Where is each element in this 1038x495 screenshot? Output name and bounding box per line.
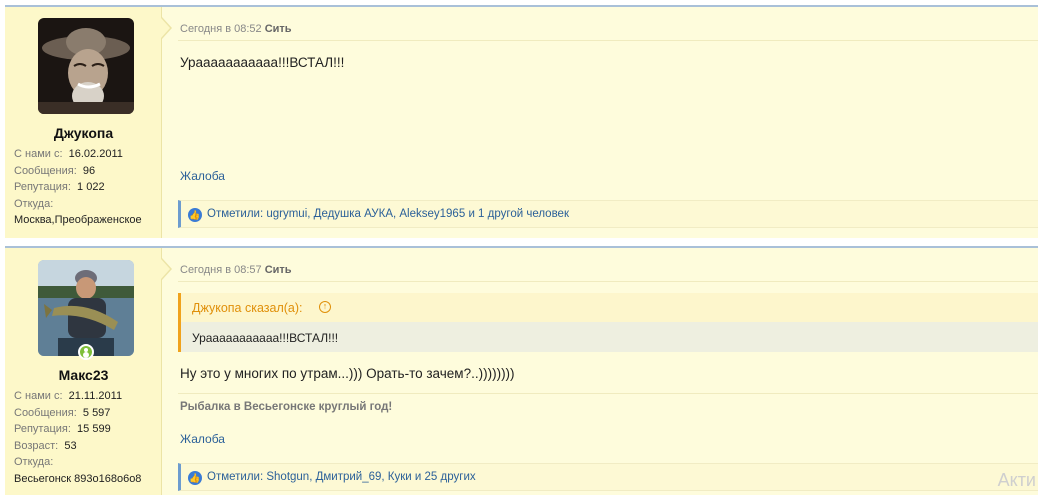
user-stats: С нами с: 16.02.2011 Сообщения: 96 Репут… xyxy=(14,146,142,229)
stat-location: Москва,Преображенское xyxy=(14,214,142,226)
username[interactable]: Макс23 xyxy=(5,367,162,383)
user-stats: С нами с: 21.11.2011 Сообщения: 5 597 Ре… xyxy=(14,388,141,487)
likes-summary[interactable]: 👍 Отметили: Shotgun, Дмитрий_69, Куки и … xyxy=(178,463,1038,491)
message-area: Сегодня в 08:52 Сить Урааааааааааа!!!ВСТ… xyxy=(178,7,1038,238)
likes-summary[interactable]: 👍 Отметили: ugrymui, Дедушка АУКА, Aleks… xyxy=(178,200,1038,228)
user-info: Джукопа С нами с: 16.02.2011 Сообщения: … xyxy=(5,7,162,238)
post-date[interactable]: Сегодня в 08:52 Сить xyxy=(180,23,292,35)
stat-reputation: Репутация: 1 022 xyxy=(14,181,105,193)
likes-users[interactable]: Shotgun, Дмитрий_69, Куки xyxy=(266,471,411,483)
avatar[interactable] xyxy=(38,18,134,114)
stat-location-label: Откуда: xyxy=(14,456,54,468)
user-info: Макс23 С нами с: 21.11.2011 Сообщения: 5… xyxy=(5,248,162,495)
message-area: Сегодня в 08:57 Сить Джукопа сказал(а): … xyxy=(178,248,1038,495)
likes-others[interactable]: и 1 другой человек xyxy=(468,208,569,220)
likes-others[interactable]: и 25 других xyxy=(415,471,476,483)
stat-reputation: Репутация: 15 599 xyxy=(14,423,111,435)
avatar[interactable] xyxy=(38,260,134,356)
quote-text: Урааааааааааа!!!ВСТАЛ!!! xyxy=(192,331,339,345)
stat-age: Возраст: 53 xyxy=(14,439,77,452)
quote-block: Джукопа сказал(а): ↑ Урааааааааааа!!!ВСТ… xyxy=(178,293,1038,352)
report-link[interactable]: Жалоба xyxy=(180,169,225,183)
watermark: Акти xyxy=(997,470,1036,490)
post: Джукопа С нами с: 16.02.2011 Сообщения: … xyxy=(5,5,1038,238)
thumbs-up-icon: 👍 xyxy=(188,471,202,485)
stat-joined: С нами с: 21.11.2011 xyxy=(14,390,123,402)
stat-location-label: Откуда: xyxy=(14,197,54,210)
quote-author[interactable]: Джукопа сказал(а): xyxy=(192,301,303,315)
likes-users[interactable]: ugrymui, Дедушка АУКА, Aleksey1965 xyxy=(266,208,465,220)
stat-messages: Сообщения: 5 597 xyxy=(14,406,111,419)
thumbs-up-icon: 👍 xyxy=(188,208,202,222)
username[interactable]: Джукопа xyxy=(5,125,162,141)
message-text: Ну это у многих по утрам...))) Орать-то … xyxy=(180,366,515,381)
signature: Рыбалка в Весьегонске круглый год! xyxy=(180,401,393,413)
stat-messages: Сообщения: 96 xyxy=(14,164,96,177)
stat-location: Весьегонск 893о168о6о8 xyxy=(14,472,142,485)
report-link[interactable]: Жалоба xyxy=(180,432,225,446)
arrow-up-icon[interactable]: ↑ xyxy=(319,301,331,313)
message-text: Урааааааааааа!!!ВСТАЛ!!! xyxy=(180,55,345,70)
online-status-icon xyxy=(78,344,94,360)
post-date[interactable]: Сегодня в 08:57 Сить xyxy=(180,264,292,276)
post: Макс23 С нами с: 21.11.2011 Сообщения: 5… xyxy=(5,246,1038,495)
stat-joined: С нами с: 16.02.2011 xyxy=(14,148,123,160)
